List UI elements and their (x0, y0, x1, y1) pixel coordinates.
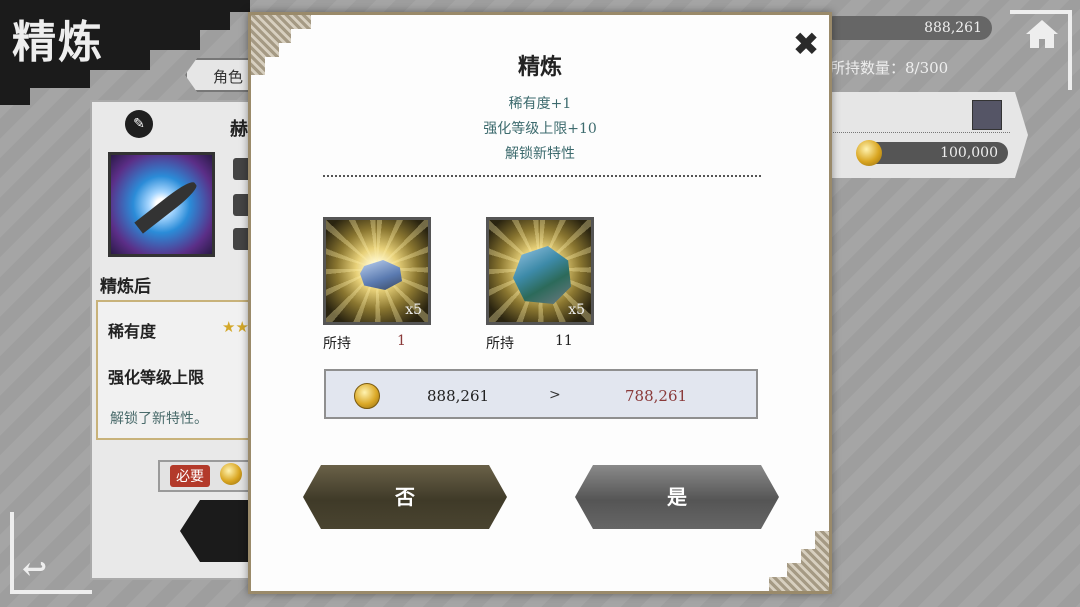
rarity-label: 稀有度 (108, 322, 157, 341)
corner-decoration (769, 531, 829, 591)
cost-box (324, 369, 758, 419)
effect-unlock-trait: 解锁新特性 (505, 146, 575, 162)
dialog-title: 精炼 (517, 54, 562, 80)
effect-rarity: 稀有度+1 (508, 96, 572, 112)
star-icon: ★★ (222, 318, 249, 336)
home-icon[interactable] (1022, 14, 1062, 54)
owned-count: 1 (397, 333, 406, 349)
owned-label: 所持 (323, 336, 351, 352)
coin-icon (856, 140, 882, 166)
knife-icon (134, 178, 200, 234)
cost-current: 888,261 (427, 387, 490, 405)
divider (323, 175, 761, 177)
capacity-text: 所持数量：8/300 (830, 59, 949, 77)
coin-icon (354, 383, 380, 409)
material-slot[interactable]: x5 (486, 217, 594, 325)
owned-count: 11 (555, 333, 573, 349)
material-quantity: x5 (568, 302, 585, 318)
coin-icon (220, 463, 242, 485)
effect-enhance-limit: 强化等级上限+10 (483, 121, 597, 137)
screen-title: 精炼 (12, 17, 104, 68)
back-icon[interactable]: ↩ (22, 552, 47, 587)
yes-button[interactable]: 是 (575, 465, 779, 529)
unlock-text: 解锁了新特性。 (110, 411, 208, 427)
enhance-limit-label: 强化等级上限 (108, 368, 205, 387)
after-refine-label: 精炼后 (100, 277, 151, 297)
no-button[interactable]: 否 (303, 465, 507, 529)
weapon-name: 赫 (230, 119, 248, 140)
avatar (972, 100, 1002, 130)
weapon-image (108, 152, 215, 257)
material-slot[interactable]: x5 (323, 217, 431, 325)
cost-after: 788,261 (625, 387, 688, 405)
cost-arrow: > (549, 387, 561, 403)
currency-display: 888,261 (822, 16, 992, 40)
refine-dialog: ✖ 精炼 稀有度+1 强化等级上限+10 解锁新特性 x5 所持 1 x5 所持… (248, 12, 832, 594)
edit-icon[interactable]: ✎ (125, 110, 153, 138)
required-badge: 必要 (170, 465, 210, 487)
item-cost: 100,000 (860, 142, 1008, 164)
material-quantity: x5 (405, 302, 422, 318)
owned-label: 所持 (486, 336, 514, 352)
